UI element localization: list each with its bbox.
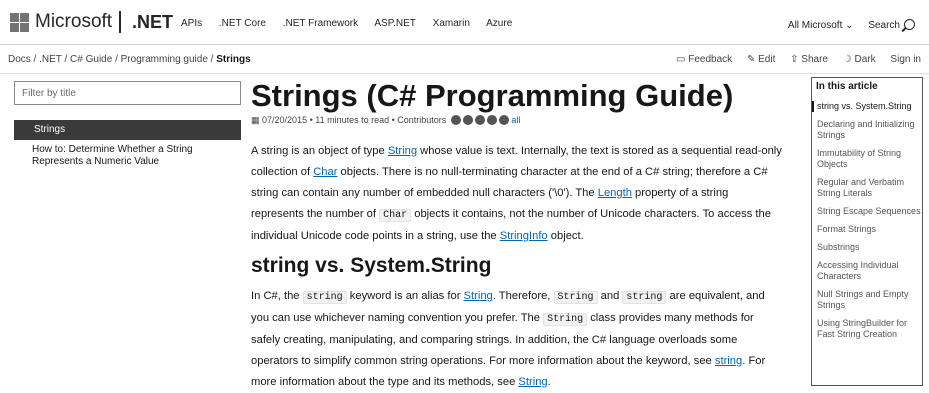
sidebar-item-numeric-string[interactable]: How to: Determine Whether a String Repre… [32,144,232,168]
calendar-icon: ▦ [251,115,260,125]
nav-azure[interactable]: Azure [486,18,512,29]
toc-list: string vs. System.String Declaring and I… [812,101,923,347]
section-heading: string vs. System.String [251,254,492,277]
string-class-link[interactable]: String [518,376,547,388]
toc-item[interactable]: Accessing Individual Characters [817,260,923,282]
nav-apis[interactable]: APIs [181,18,202,29]
breadcrumb: Docs / .NET / C# Guide / Programming gui… [8,54,251,65]
pencil-icon: ✎ [746,54,756,65]
header-divider [119,11,121,33]
share-label: Share [801,54,828,65]
text-run: object. [547,230,584,242]
breadcrumb-divider-line [0,73,929,74]
product-name[interactable]: .NET [132,12,173,33]
sign-in-link[interactable]: Sign in [890,54,921,65]
edit-label: Edit [758,54,776,65]
contributor-avatar[interactable] [474,115,485,125]
nav-net-framework[interactable]: .NET Framework [283,18,358,29]
filter-input[interactable]: Filter by title [14,81,241,105]
text-run: In C#, the [251,290,303,302]
string-keyword-link[interactable]: string [715,355,742,367]
toc-item[interactable]: Using StringBuilder for Fast String Crea… [817,318,923,340]
contributor-avatar[interactable] [462,115,473,125]
top-nav: APIs .NET Core .NET Framework ASP.NET Xa… [181,18,526,29]
string-link[interactable]: String [388,145,417,157]
toc-heading: In this article [816,81,878,92]
feedback-icon: ▭ [676,54,686,65]
section-paragraph: In C#, the string keyword is an alias fo… [251,286,782,393]
share-icon: ⇪ [790,54,799,65]
length-link[interactable]: Length [598,187,632,199]
toc-item[interactable]: Declaring and Initializing Strings [817,119,923,141]
breadcrumb-current: Strings [216,54,251,65]
edit-button[interactable]: ✎ Edit [747,54,775,65]
top-header: Microsoft .NET APIs .NET Core .NET Frame… [0,0,929,44]
feedback-button[interactable]: ▭ Feedback [676,54,732,65]
intro-paragraph: A string is an object of type String who… [251,141,782,247]
string-link[interactable]: String [464,290,493,302]
text-run: A string is an object of type [251,145,388,157]
toc-item[interactable]: Regular and Verbatim String Literals [817,177,923,199]
in-this-article-panel: In this article string vs. System.String… [811,77,923,386]
search-button[interactable]: Search [868,19,915,31]
char-link[interactable]: Char [313,166,337,178]
microsoft-logo-icon[interactable] [10,13,29,32]
sidebar-item-strings[interactable]: Strings [14,120,241,140]
toc-item[interactable]: string vs. System.String [812,101,923,112]
breadcrumb-bar: Docs / .NET / C# Guide / Programming gui… [0,45,929,73]
toc-item[interactable]: Format Strings [817,224,923,235]
page-title: Strings (C# Programming Guide) [251,78,734,113]
inline-code: Char [379,209,412,222]
text-run: keyword is an alias for [346,290,464,302]
inline-code: String [543,313,588,326]
contributors-all-link[interactable]: all [511,115,520,125]
article-meta: ▦ 07/20/2015 • 11 minutes to read • Cont… [251,115,520,126]
all-microsoft-menu[interactable]: All Microsoft ⌄ [788,20,854,31]
toc-item[interactable]: Substrings [817,242,923,253]
page-actions: ▭ Feedback ✎ Edit ⇪ Share ☽ Dark Sign in [664,54,921,65]
nav-net-core[interactable]: .NET Core [219,18,266,29]
top-right-controls: All Microsoft ⌄ Search [788,17,915,31]
contributor-avatar[interactable] [498,115,509,125]
dark-mode-toggle[interactable]: ☽ Dark [843,54,876,65]
text-run: and [597,290,623,302]
search-icon [904,19,915,30]
nav-aspnet[interactable]: ASP.NET [374,18,416,29]
inline-code: string [622,291,667,304]
breadcrumb-path[interactable]: Docs / .NET / C# Guide / Programming gui… [8,54,213,65]
search-label: Search [868,20,900,31]
contributor-avatar[interactable] [450,115,461,125]
dark-label: Dark [854,54,876,65]
inline-code: string [302,291,347,304]
share-button[interactable]: ⇪ Share [790,54,828,65]
stringinfo-link[interactable]: StringInfo [500,230,548,242]
feedback-label: Feedback [688,54,733,65]
inline-code: String [553,291,598,304]
toc-item[interactable]: Null Strings and Empty Strings [817,289,923,311]
meta-text: 07/20/2015 • 11 minutes to read • Contri… [262,115,447,125]
moon-icon: ☽ [842,54,852,65]
contributor-avatar[interactable] [486,115,497,125]
text-run: . Therefore, [492,290,554,302]
nav-xamarin[interactable]: Xamarin [433,18,470,29]
text-run: . [547,376,551,388]
toc-item[interactable]: Immutability of String Objects [817,148,923,170]
toc-item[interactable]: String Escape Sequences [817,206,923,217]
brand-name[interactable]: Microsoft [35,11,112,33]
